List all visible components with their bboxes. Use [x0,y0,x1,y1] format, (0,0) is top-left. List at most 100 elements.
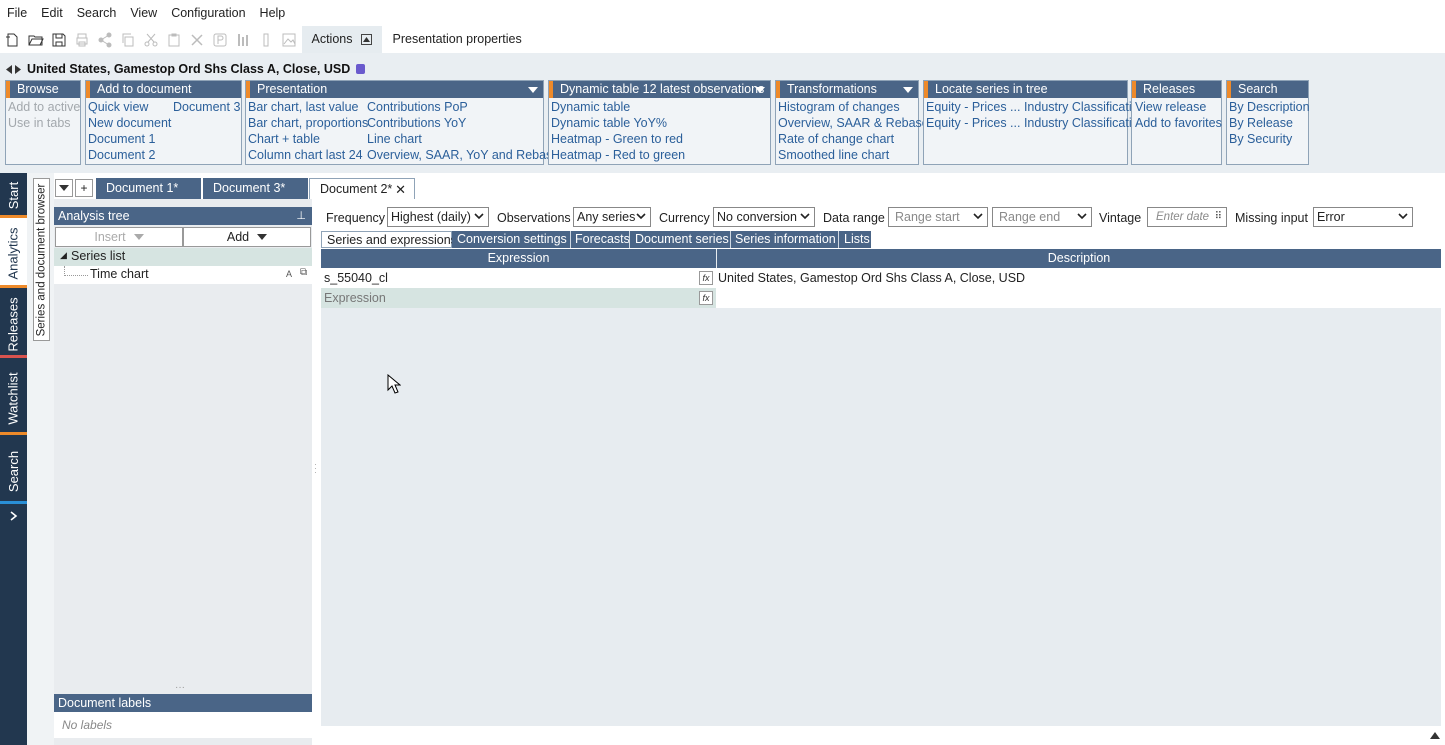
chart-icon[interactable] [233,30,253,50]
scroll-up-icon[interactable] [1430,728,1440,742]
open-folder-icon[interactable] [26,30,46,50]
collapse-up-icon[interactable] [360,34,372,45]
menu-file[interactable]: File [0,0,34,26]
cut-icon[interactable] [141,30,161,50]
actions-tab[interactable]: Actions [301,26,382,53]
column-icon[interactable] [256,30,276,50]
tab-document-3[interactable]: Document 3* [202,178,308,199]
dynamic-table-link[interactable]: Dynamic table [551,99,630,115]
document-2-link[interactable]: Document 2 [88,147,155,163]
contributions-yoy-link[interactable]: Contributions YoY [367,115,466,131]
menu-edit[interactable]: Edit [34,0,70,26]
observations-select[interactable]: Any series [573,207,651,227]
expression-placeholder[interactable]: Expression [324,288,386,308]
chevron-down-icon[interactable] [1077,211,1087,221]
rate-of-change-link[interactable]: Rate of change chart [778,131,894,147]
chevron-right-icon[interactable] [0,507,27,525]
open-external-icon[interactable]: ⧉ [300,267,307,278]
by-description-link[interactable]: By Description [1229,99,1310,115]
sidebar-tab-analytics[interactable]: Analytics [0,218,27,288]
column-chart-last-24-link[interactable]: Column chart last 24 [248,147,363,163]
heatmap-green-red-link[interactable]: Heatmap - Green to red [551,131,683,147]
info-icon[interactable] [356,64,366,74]
sidebar-tab-search[interactable]: Search [0,438,27,504]
new-document-icon[interactable] [3,30,23,50]
locate-link-1[interactable]: Equity - Prices ... Industry Classificat… [926,99,1142,115]
print-icon[interactable] [72,30,92,50]
pin-icon[interactable]: ⊥ [296,207,306,225]
group-title[interactable]: Transformations [776,81,918,98]
expression-cell[interactable]: s_55040_cl [324,268,388,288]
vintage-input[interactable]: Enter date ⠿ [1147,207,1227,227]
vertical-splitter[interactable]: · · · [314,460,317,477]
series-document-browser-tab[interactable]: Series and document browser [33,178,50,341]
tab-conversion-settings[interactable]: Conversion settings [452,231,570,248]
document-3-link[interactable]: Document 3 [173,99,240,115]
tab-list-dropdown[interactable] [55,179,73,197]
forward-arrow-icon[interactable] [14,64,21,74]
contributions-pop-link[interactable]: Contributions PoP [367,99,468,115]
menu-help[interactable]: Help [253,0,293,26]
tab-series-information[interactable]: Series information [730,231,838,248]
presentation-icon[interactable] [210,30,230,50]
add-to-active-link[interactable]: Add to active [8,99,80,115]
function-icon[interactable]: fx [699,271,713,285]
dropdown-arrow-icon[interactable] [755,87,765,93]
view-release-link[interactable]: View release [1135,99,1206,115]
bar-chart-proportions-link[interactable]: Bar chart, proportions [248,115,368,131]
column-header-description[interactable]: Description [717,249,1441,268]
use-in-tabs-link[interactable]: Use in tabs [8,115,71,131]
histogram-link[interactable]: Histogram of changes [778,99,900,115]
paste-icon[interactable] [164,30,184,50]
new-document-link[interactable]: New document [88,115,171,131]
tree-node-time-chart[interactable]: Time chart A ⧉ [54,266,312,284]
insert-button[interactable]: Insert [55,227,183,247]
dropdown-arrow-icon[interactable] [528,87,538,93]
tree-node-series-list[interactable]: ◢ Series list [54,248,312,266]
copy-icon[interactable] [118,30,138,50]
tab-document-2[interactable]: Document 2* ✕ [309,178,415,200]
frequency-select[interactable]: Highest (daily) [387,207,489,227]
chart-table-link[interactable]: Chart + table [248,131,320,147]
new-expression-row[interactable]: Expression fx [321,288,1441,308]
tab-forecasts[interactable]: Forecasts [570,231,630,248]
smoothed-line-link[interactable]: Smoothed line chart [778,147,889,163]
splitter-handle[interactable]: ··· [175,682,185,693]
overview-saar-link[interactable]: Overview, SAAR, YoY and Rebase [367,147,559,163]
heatmap-red-green-link[interactable]: Heatmap - Red to green [551,147,685,163]
add-button[interactable]: Add [183,227,311,247]
by-security-link[interactable]: By Security [1229,131,1292,147]
share-icon[interactable] [95,30,115,50]
delete-icon[interactable] [187,30,207,50]
menu-configuration[interactable]: Configuration [164,0,252,26]
menu-view[interactable]: View [123,0,164,26]
save-icon[interactable] [49,30,69,50]
new-tab-button[interactable]: + [75,179,93,197]
dynamic-table-yoy-link[interactable]: Dynamic table YoY% [551,115,667,131]
currency-select[interactable]: No conversion [713,207,815,227]
column-header-expression[interactable]: Expression [321,249,716,268]
tab-series-expressions[interactable]: Series and expressions [321,231,457,248]
quick-view-link[interactable]: Quick view [88,99,148,115]
back-arrow-icon[interactable] [6,64,13,74]
image-icon[interactable] [279,30,299,50]
menu-search[interactable]: Search [70,0,124,26]
presentation-properties-tab[interactable]: Presentation properties [382,26,531,53]
close-icon[interactable]: ✕ [395,179,406,200]
bar-chart-last-value-link[interactable]: Bar chart, last value [248,99,358,115]
tab-lists[interactable]: Lists [838,231,871,248]
sidebar-tab-start[interactable]: Start [0,173,27,218]
expand-triangle-icon[interactable]: ◢ [60,250,67,261]
missing-input-select[interactable]: Error [1313,207,1413,227]
tab-document-1[interactable]: Document 1* [96,178,201,199]
add-to-favorites-link[interactable]: Add to favorites [1135,115,1222,131]
group-title[interactable]: Dynamic table 12 latest observations [549,81,770,98]
locate-link-2[interactable]: Equity - Prices ... Industry Classificat… [926,115,1142,131]
chevron-down-icon[interactable] [973,211,983,221]
sidebar-tab-watchlist[interactable]: Watchlist [0,361,27,435]
sidebar-tab-releases[interactable]: Releases [0,291,27,358]
group-title[interactable]: Presentation [246,81,543,98]
range-end-input[interactable]: Range end [992,207,1092,227]
nav-arrows[interactable] [6,64,21,74]
by-release-link[interactable]: By Release [1229,115,1293,131]
